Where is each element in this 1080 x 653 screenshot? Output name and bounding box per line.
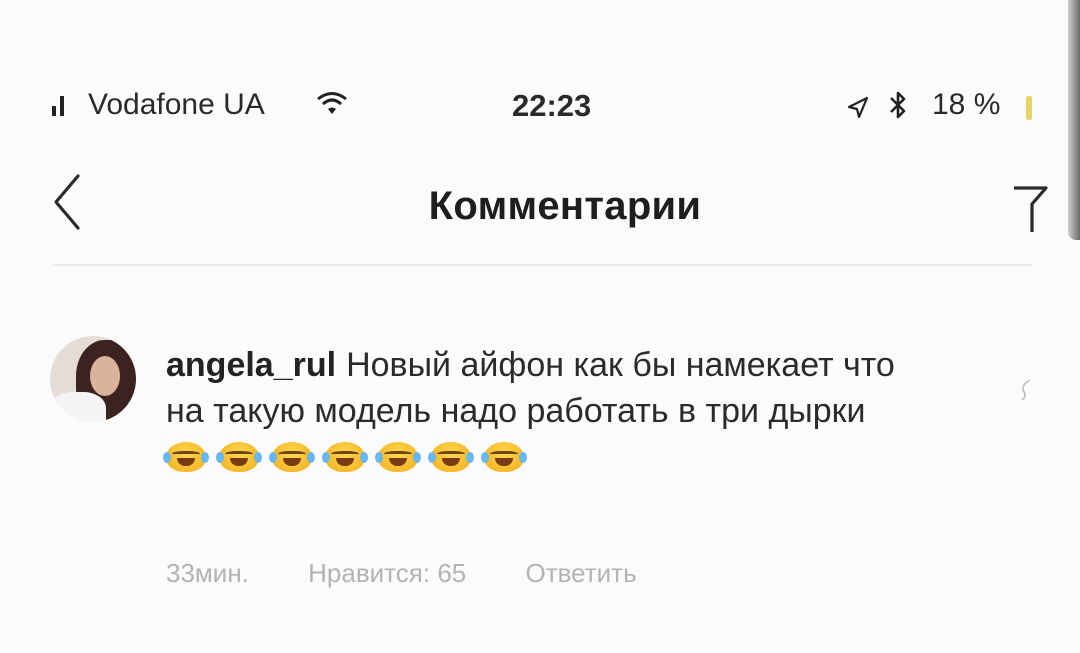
- laughing-tears-emoji-icon: [428, 442, 474, 472]
- heart-icon[interactable]: [1018, 378, 1032, 407]
- like-count-link[interactable]: Нравится: 65: [308, 558, 466, 589]
- battery-icon: [1026, 96, 1032, 120]
- reply-button[interactable]: Ответить: [525, 558, 636, 589]
- laughing-tears-emoji-icon: [163, 442, 209, 472]
- laughing-tears-emoji-icon: [481, 442, 527, 472]
- comment-body: angela_rul Новый айфон как бы намекает чт…: [163, 342, 926, 480]
- wifi-icon: [315, 90, 349, 124]
- battery-percent: 18 %: [932, 88, 1001, 121]
- header-divider: [52, 264, 1032, 266]
- filter-icon[interactable]: [1010, 170, 1050, 245]
- laughing-tears-emoji-icon: [269, 442, 315, 472]
- comments-screen: Vodafone UA 22:23 18 % Комментарии angel…: [0, 0, 1080, 653]
- avatar[interactable]: [50, 336, 136, 422]
- status-bar: Vodafone UA 22:23 18 %: [0, 80, 1060, 130]
- carrier-name: Vodafone UA: [88, 88, 265, 121]
- location-icon: [846, 94, 870, 128]
- laughing-tears-emoji-icon: [322, 442, 368, 472]
- bluetooth-icon: [888, 90, 908, 128]
- comment-time: 33мин.: [166, 558, 249, 588]
- status-time: 22:23: [512, 88, 592, 123]
- laughing-tears-emoji-icon: [375, 442, 421, 472]
- signal-icon: [52, 96, 66, 116]
- emoji-row: [163, 438, 537, 476]
- comment-item: angela_rul Новый айфон как бы намекает чт…: [0, 320, 1060, 620]
- navigation-header: Комментарии: [0, 150, 1070, 260]
- page-title: Комментарии: [428, 184, 702, 228]
- laughing-tears-emoji-icon: [216, 442, 262, 472]
- comment-meta: 33мин. Нравится: 65 Ответить: [166, 558, 689, 589]
- comment-username[interactable]: angela_rul: [166, 346, 336, 384]
